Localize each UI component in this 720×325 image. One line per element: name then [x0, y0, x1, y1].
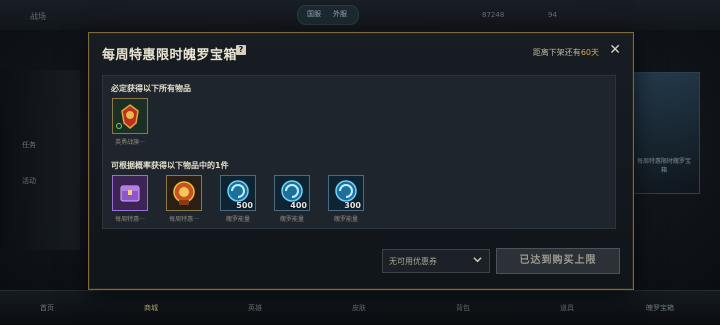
chest-purchase-modal: 每周特惠限时魄罗宝箱 ? 距离下架还有60天 ✕ 必定获得以下所有物品 英勇战旗… — [88, 32, 634, 290]
item-name: 魄罗能量 — [279, 216, 304, 223]
background-topbar: 战场 国服 外服 87248 94 — [0, 0, 720, 30]
item-slot: 400 — [274, 175, 310, 211]
countdown-text: 距离下架还有60天 — [533, 47, 599, 58]
purple-chest-icon — [113, 176, 147, 210]
buy-button[interactable]: 已达到购买上限 — [496, 248, 620, 274]
random-item[interactable]: 300 魄罗能量 — [328, 175, 364, 223]
side-label-1: 任务 — [22, 141, 36, 149]
toggle-option-2: 外服 — [333, 10, 347, 18]
random-item[interactable]: 500 魄罗能量 — [220, 175, 256, 223]
item-quantity: 400 — [290, 201, 307, 210]
coupon-select-value: 无可用优惠券 — [389, 257, 437, 266]
bottom-tab: 首页 — [40, 304, 54, 312]
item-name: 每周特惠··· — [169, 216, 199, 223]
rewards-panel: 必定获得以下所有物品 英勇战旗··· 可根据概率获得以下物品中的1件 每周特惠·… — [102, 75, 616, 229]
item-slot — [112, 98, 148, 134]
side-label-2: 活动 — [22, 177, 36, 185]
item-quantity: 300 — [344, 201, 361, 210]
bottom-tab: 商城 — [144, 304, 158, 312]
orange-chest-icon — [167, 176, 201, 210]
bottom-tab: 背包 — [456, 304, 470, 312]
item-slot: 300 — [328, 175, 364, 211]
countdown-days: 60天 — [580, 48, 599, 57]
bottom-tab: 英雄 — [248, 304, 262, 312]
guaranteed-label: 必定获得以下所有物品 — [111, 84, 191, 93]
bottom-tab: 道具 — [560, 304, 574, 312]
item-name: 每周特惠··· — [115, 216, 145, 223]
background-promo-card: 每周特惠限时魄罗宝箱 — [628, 72, 700, 194]
item-slot — [166, 175, 202, 211]
item-quantity: 500 — [236, 201, 253, 210]
random-item[interactable]: 400 魄罗能量 — [274, 175, 310, 223]
bottom-tab: 皮肤 — [352, 304, 366, 312]
random-item[interactable]: 每周特惠··· — [166, 175, 202, 223]
item-slot: 500 — [220, 175, 256, 211]
item-name: 英勇战旗··· — [115, 139, 145, 146]
random-item[interactable]: 每周特惠··· — [112, 175, 148, 223]
bottom-tab: 魄罗宝箱 — [646, 304, 674, 312]
background-bottom-nav: 首页 商城 英雄 皮肤 背包 道具 魄罗宝箱 — [0, 290, 720, 325]
topbar-left-label: 战场 — [30, 12, 46, 21]
toggle-option-1: 国服 — [307, 10, 321, 18]
random-label: 可根据概率获得以下物品中的1件 — [111, 161, 229, 170]
promo-card-text: 每周特惠限时魄罗宝箱 — [637, 158, 692, 174]
countdown-prefix: 距离下架还有 — [532, 48, 581, 57]
item-slot — [112, 175, 148, 211]
currency-amount-2: 94 — [548, 11, 557, 19]
item-name: 魄罗能量 — [225, 216, 250, 223]
guaranteed-item[interactable]: 英勇战旗··· — [112, 98, 148, 146]
server-toggle[interactable]: 国服 外服 — [297, 5, 359, 25]
modal-title: 每周特惠限时魄罗宝箱 — [102, 48, 238, 63]
chevron-down-icon — [473, 257, 482, 263]
help-icon[interactable]: ? — [236, 45, 246, 55]
coupon-select[interactable]: 无可用优惠券 — [382, 249, 490, 273]
background-left-panel: 任务 活动 — [0, 70, 80, 250]
currency-amount: 87248 — [482, 11, 505, 19]
banner-emblem-icon — [113, 99, 147, 133]
item-name: 魄罗能量 — [333, 216, 358, 223]
close-icon[interactable]: ✕ — [609, 42, 621, 58]
